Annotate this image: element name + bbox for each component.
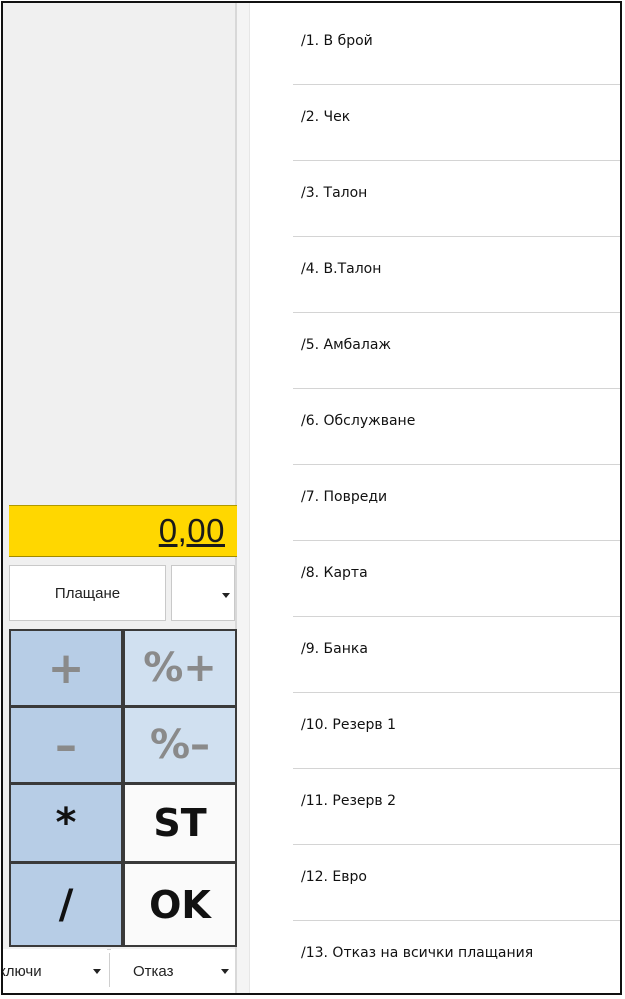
- chevron-down-icon: [221, 969, 229, 974]
- toolbar-separator: [109, 953, 110, 987]
- menu-item[interactable]: /11. Резерв 2: [250, 769, 620, 845]
- menu-item-label: /13. Отказ на всички плащания: [301, 945, 534, 961]
- chevron-down-icon: [93, 969, 101, 974]
- multiply-key[interactable]: *: [11, 785, 121, 861]
- menu-item[interactable]: /1. В брой: [250, 9, 620, 85]
- ok-key-label: OK: [149, 882, 211, 927]
- cancel-dropdown-button[interactable]: Отказ: [111, 949, 235, 993]
- menu-item-label: /9. Банка: [301, 641, 368, 657]
- menu-item[interactable]: /5. Амбалаж: [250, 313, 620, 389]
- menu-item-label: /11. Резерв 2: [301, 793, 397, 809]
- menu-item-label: /8. Карта: [301, 565, 368, 581]
- ok-key[interactable]: OK: [125, 864, 235, 945]
- options-dropdown-button[interactable]: ключи: [3, 949, 107, 993]
- percent-plus-key-label: %+: [143, 645, 217, 691]
- cancel-dropdown-label: Отказ: [133, 962, 174, 980]
- menu-item-label: /2. Чек: [301, 109, 351, 125]
- payment-type-dropdown[interactable]: [171, 565, 235, 621]
- multiply-key-label: *: [55, 800, 77, 846]
- total-value: 0,00: [158, 512, 225, 549]
- menu-item-label: /4. В.Талон: [301, 261, 382, 277]
- chevron-down-icon: [222, 593, 230, 598]
- total-display: 0,00: [9, 505, 237, 557]
- options-dropdown-label: ключи: [1, 962, 42, 980]
- menu-item[interactable]: /2. Чек: [250, 85, 620, 161]
- menu-item[interactable]: /13. Отказ на всички плащания: [250, 921, 620, 993]
- menu-item-label: /10. Резерв 1: [301, 717, 397, 733]
- menu-item-label: /12. Евро: [301, 869, 367, 885]
- menu-item-label: /1. В брой: [301, 33, 373, 49]
- menu-item[interactable]: /7. Повреди: [250, 465, 620, 541]
- st-key[interactable]: ST: [125, 785, 235, 861]
- menu-item[interactable]: /9. Банка: [250, 617, 620, 693]
- plus-key-label: +: [47, 642, 85, 694]
- panel-gap: [237, 3, 250, 993]
- window-frame: 0,00 Плащане + %+ – %– * ST / OK ключи О…: [1, 1, 622, 995]
- menu-item[interactable]: /10. Резерв 1: [250, 693, 620, 769]
- minus-key-label: –: [55, 719, 77, 771]
- menu-item-label: /6. Обслужване: [301, 413, 416, 429]
- payment-methods-menu: /1. В брой/2. Чек/3. Талон/4. В.Талон/5.…: [250, 3, 620, 993]
- menu-item-label: /3. Талон: [301, 185, 368, 201]
- keypad: + %+ – %– * ST / OK: [9, 629, 237, 947]
- menu-item[interactable]: /3. Талон: [250, 161, 620, 237]
- menu-item-label: /7. Повреди: [301, 489, 388, 505]
- menu-item[interactable]: /4. В.Талон: [250, 237, 620, 313]
- percent-plus-key[interactable]: %+: [125, 631, 235, 705]
- divide-key-label: /: [58, 881, 74, 928]
- minus-key[interactable]: –: [11, 708, 121, 782]
- menu-item[interactable]: /6. Обслужване: [250, 389, 620, 465]
- payment-button[interactable]: Плащане: [9, 565, 166, 621]
- percent-minus-key[interactable]: %–: [125, 708, 235, 782]
- st-key-label: ST: [153, 801, 207, 845]
- menu-item[interactable]: /12. Евро: [250, 845, 620, 921]
- divide-key[interactable]: /: [11, 864, 121, 945]
- menu-item[interactable]: /8. Карта: [250, 541, 620, 617]
- menu-item-label: /5. Амбалаж: [301, 337, 392, 353]
- percent-minus-key-label: %–: [149, 722, 211, 768]
- plus-key[interactable]: +: [11, 631, 121, 705]
